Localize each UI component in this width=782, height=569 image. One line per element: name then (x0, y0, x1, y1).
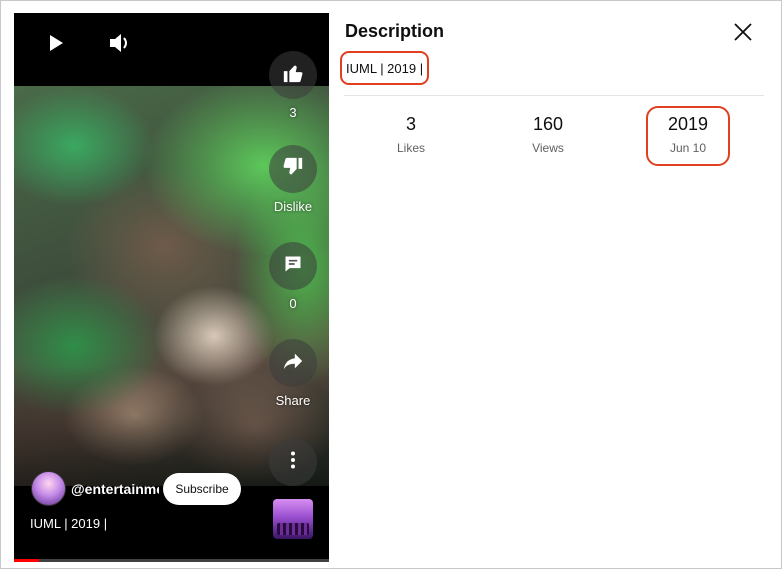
volume-icon[interactable] (108, 32, 132, 54)
comment-icon (283, 254, 303, 279)
likes-value: 3 (405, 114, 416, 134)
year-value: 2019 (667, 114, 709, 134)
video-player[interactable]: 3 Dislike 0 Share @entertainme Subscribe… (14, 13, 329, 562)
progress-bar[interactable] (14, 559, 329, 562)
stat-likes: 3 Likes (381, 114, 441, 155)
progress-fill (14, 559, 40, 562)
stat-date: 2019 Jun 10 (646, 106, 730, 166)
subscribe-button[interactable]: Subscribe (163, 473, 241, 505)
likes-count: 3 (289, 105, 297, 120)
dislike-button[interactable] (269, 145, 317, 193)
like-button[interactable] (269, 51, 317, 99)
comments-button[interactable] (269, 242, 317, 290)
stat-views: 160 Views (518, 114, 578, 155)
description-text: IUML | 2019 | (340, 51, 430, 85)
thumbs-down-icon (282, 156, 304, 183)
channel-handle[interactable]: @entertainme (71, 481, 159, 497)
panel-title: Description (345, 21, 445, 41)
share-button[interactable] (269, 339, 317, 387)
likes-label: Likes (396, 141, 425, 155)
share-action[interactable]: Share (267, 339, 319, 408)
video-title[interactable]: IUML | 2019 | (30, 516, 107, 531)
window-frame: 3 Dislike 0 Share @entertainme Subscribe… (0, 0, 782, 569)
share-icon (282, 350, 304, 377)
dislike-label: Dislike (273, 199, 313, 214)
share-label: Share (275, 393, 311, 408)
dislike-action[interactable]: Dislike (267, 145, 319, 214)
comments-action[interactable]: 0 (267, 242, 319, 311)
channel-avatar[interactable] (31, 471, 66, 506)
sound-thumbnail[interactable] (273, 499, 313, 539)
views-label: Views (532, 141, 564, 155)
thumbs-up-icon (282, 62, 304, 89)
comments-count: 0 (289, 296, 297, 311)
divider (344, 95, 764, 96)
description-text-value: IUML | 2019 | (346, 60, 424, 76)
views-value: 160 (532, 114, 564, 134)
date-label: Jun 10 (669, 141, 707, 155)
close-icon[interactable] (730, 19, 756, 45)
play-icon[interactable] (46, 33, 66, 53)
like-action[interactable]: 3 (267, 51, 319, 120)
